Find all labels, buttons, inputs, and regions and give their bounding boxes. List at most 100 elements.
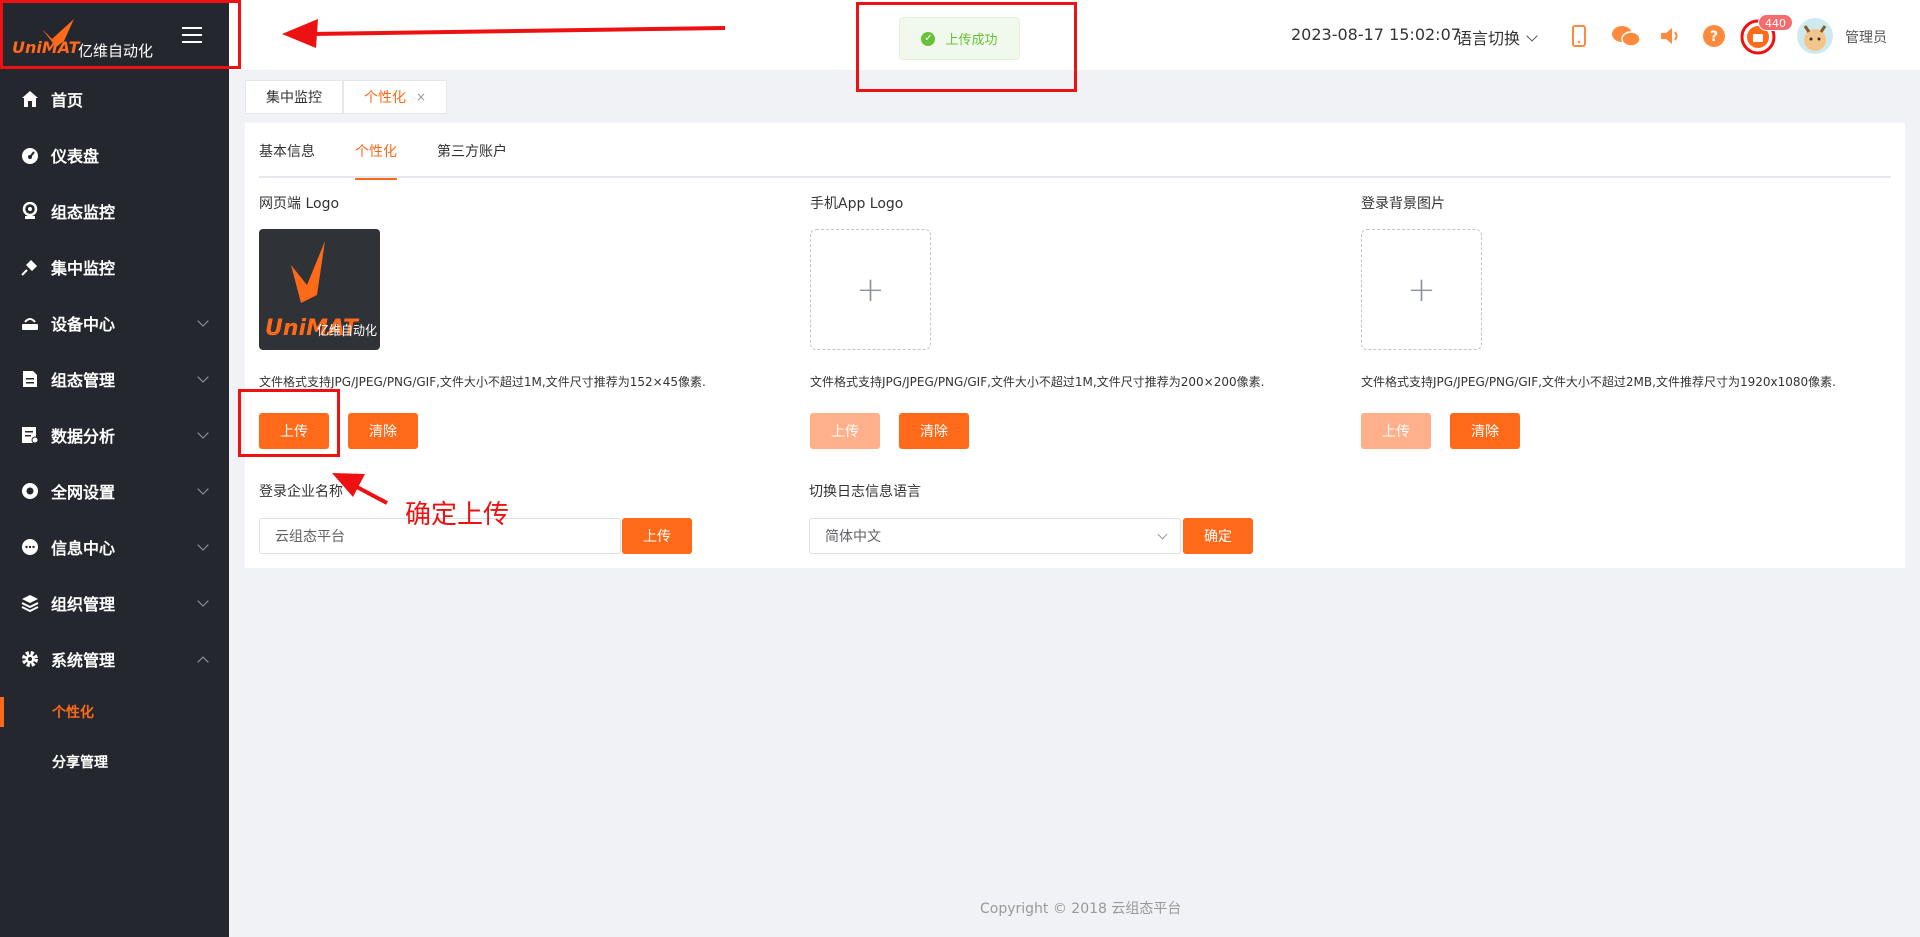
globe-icon xyxy=(20,481,40,501)
annotation-text: 确定上传 xyxy=(405,500,510,530)
web-logo-hint: 文件格式支持JPG/JPEG/PNG/GIF,文件大小不超过1M,文件尺寸推荐为… xyxy=(259,375,706,389)
sidebar-item-message-center[interactable]: 信息中心 xyxy=(0,519,229,575)
web-logo-section: 网页端 Logo UniMAT 亿维自动化 文件格式支持JPG/JPEG/PNG… xyxy=(259,193,799,449)
company-name-value: 云组态平台 xyxy=(275,529,345,545)
app-logo-upload-button[interactable]: 上传 xyxy=(810,413,880,449)
sidebar-item-device-center[interactable]: 设备中心 xyxy=(0,295,229,351)
mobile-phone-icon[interactable] xyxy=(1567,24,1591,48)
datetime: 2023-08-17 15:02:07 xyxy=(1291,25,1461,44)
tab-basic-info[interactable]: 基本信息 xyxy=(259,123,315,178)
chevron-down-icon xyxy=(197,371,209,383)
login-bg-uploader[interactable]: + xyxy=(1361,229,1482,350)
sidebar-subitem-share-manage[interactable]: 分享管理 xyxy=(0,737,229,787)
svg-text:亿维自动化: 亿维自动化 xyxy=(317,324,377,339)
plus-icon: + xyxy=(1407,269,1436,310)
footer-copyright: Copyright © 2018 云组态平台 xyxy=(980,901,1182,917)
layers-icon xyxy=(20,593,40,613)
sidebar-item-label: 全网设置 xyxy=(51,483,116,502)
sidebar-item-data-analysis[interactable]: 数据分析 xyxy=(0,407,229,463)
tab-label: 个性化 xyxy=(364,90,406,106)
chevron-up-icon xyxy=(197,656,209,668)
sidebar-item-config-monitor[interactable]: 组态监控 xyxy=(0,183,229,239)
analytics-icon xyxy=(20,425,40,445)
username[interactable]: 管理员 xyxy=(1845,27,1887,47)
sidebar-item-label: 集中监控 xyxy=(51,259,116,278)
dashboard-icon xyxy=(20,145,40,165)
web-logo-clear-button[interactable]: 清除 xyxy=(348,413,418,449)
sidebar-item-label: 设备中心 xyxy=(51,315,116,334)
sidebar-item-label: 系统管理 xyxy=(51,651,116,670)
sidebar-menu: 首页 仪表盘 组态监控 集中监控 设备中心 组态管理 数据分析 全网设置 信息中… xyxy=(0,71,229,787)
web-logo-preview[interactable]: UniMAT 亿维自动化 xyxy=(259,229,380,350)
log-language-label: 切换日志信息语言 xyxy=(809,484,921,500)
language-switch[interactable]: 语言切换 xyxy=(1456,25,1538,49)
chevron-down-icon xyxy=(197,595,209,607)
sidebar-item-label: 仪表盘 xyxy=(51,147,100,166)
web-logo-title: 网页端 Logo xyxy=(259,196,340,212)
help-icon[interactable]: ? xyxy=(1702,24,1726,48)
sidebar-item-config-manage[interactable]: 组态管理 xyxy=(0,351,229,407)
sidebar-item-label: 信息中心 xyxy=(51,539,116,558)
app-logo-hint: 文件格式支持JPG/JPEG/PNG/GIF,文件大小不超过1M,文件尺寸推荐为… xyxy=(810,375,1265,389)
sidebar-item-label: 数据分析 xyxy=(51,427,116,446)
company-name-upload-button[interactable]: 上传 xyxy=(622,518,692,554)
monitor-icon xyxy=(20,201,40,221)
tab-personalize[interactable]: 个性化 × xyxy=(343,80,448,114)
login-bg-hint: 文件格式支持JPG/JPEG/PNG/GIF,文件大小不超过2MB,文件推荐尺寸… xyxy=(1361,375,1836,389)
app-logo-title: 手机App Logo xyxy=(810,196,904,212)
sidebar-item-label: 首页 xyxy=(51,91,84,110)
gear-icon xyxy=(20,649,40,669)
sidebar-subitem-personalize[interactable]: 个性化 xyxy=(0,687,229,737)
sidebar-item-dashboard[interactable]: 仪表盘 xyxy=(0,127,229,183)
sidebar-item-system-manage[interactable]: 系统管理 xyxy=(0,631,229,687)
close-icon[interactable]: × xyxy=(416,90,426,104)
svg-text:?: ? xyxy=(1710,29,1718,45)
plus-icon: + xyxy=(856,269,885,310)
unimat-logo-image: UniMAT 亿维自动化 xyxy=(265,241,377,341)
tab-label: 集中监控 xyxy=(266,90,322,106)
tab-central-monitor[interactable]: 集中监控 xyxy=(245,80,343,114)
app-logo-section: 手机App Logo + 文件格式支持JPG/JPEG/PNG/GIF,文件大小… xyxy=(810,193,1350,449)
wechat-icon[interactable] xyxy=(1611,24,1641,48)
annotation-box-upload xyxy=(238,389,340,457)
login-bg-clear-button[interactable]: 清除 xyxy=(1450,413,1520,449)
router-icon xyxy=(20,313,40,333)
app-logo-uploader[interactable]: + xyxy=(810,229,931,350)
avatar[interactable] xyxy=(1797,18,1833,54)
chevron-down-icon xyxy=(197,539,209,551)
sidebar: UniMAT 亿维自动化 首页 仪表盘 组态监控 集中监控 设备中心 组态管理 xyxy=(0,0,229,937)
company-name-label: 登录企业名称 xyxy=(259,484,343,500)
sidebar-item-label: 组态管理 xyxy=(51,371,116,390)
satellite-icon xyxy=(20,257,40,277)
alarm-count-badge: 440 xyxy=(1758,14,1793,31)
document-icon xyxy=(20,369,40,389)
sidebar-item-network-settings[interactable]: 全网设置 xyxy=(0,463,229,519)
log-language-select[interactable]: 简体中文 xyxy=(809,518,1181,554)
login-bg-section: 登录背景图片 + 文件格式支持JPG/JPEG/PNG/GIF,文件大小不超过2… xyxy=(1361,193,1901,449)
chevron-down-icon xyxy=(197,427,209,439)
login-bg-title: 登录背景图片 xyxy=(1361,196,1445,212)
page-tabs: 集中监控 个性化 × xyxy=(245,80,448,114)
sidebar-item-home[interactable]: 首页 xyxy=(0,71,229,127)
login-bg-upload-button[interactable]: 上传 xyxy=(1361,413,1431,449)
sidebar-item-central-monitor[interactable]: 集中监控 xyxy=(0,239,229,295)
sidebar-item-label: 组织管理 xyxy=(51,595,116,614)
tab-third-party[interactable]: 第三方账户 xyxy=(437,123,507,178)
chevron-down-icon xyxy=(197,315,209,327)
settings-tabs: 基本信息 个性化 第三方账户 xyxy=(259,123,1891,180)
chat-icon xyxy=(20,537,40,557)
home-icon xyxy=(20,89,40,109)
annotation-box-logo xyxy=(0,0,241,69)
log-language-confirm-button[interactable]: 确定 xyxy=(1183,518,1253,554)
chevron-down-icon xyxy=(197,483,209,495)
annotation-box-toast xyxy=(856,2,1077,92)
log-language-value: 简体中文 xyxy=(825,529,881,545)
sidebar-item-label: 组态监控 xyxy=(51,203,116,222)
chevron-down-icon xyxy=(1157,529,1168,540)
speaker-icon[interactable] xyxy=(1658,24,1682,48)
app-logo-clear-button[interactable]: 清除 xyxy=(899,413,969,449)
sidebar-item-org-manage[interactable]: 组织管理 xyxy=(0,575,229,631)
chevron-down-icon xyxy=(1526,30,1538,42)
language-switch-label: 语言切换 xyxy=(1456,29,1521,48)
tab-personalize-inner[interactable]: 个性化 xyxy=(355,123,397,180)
